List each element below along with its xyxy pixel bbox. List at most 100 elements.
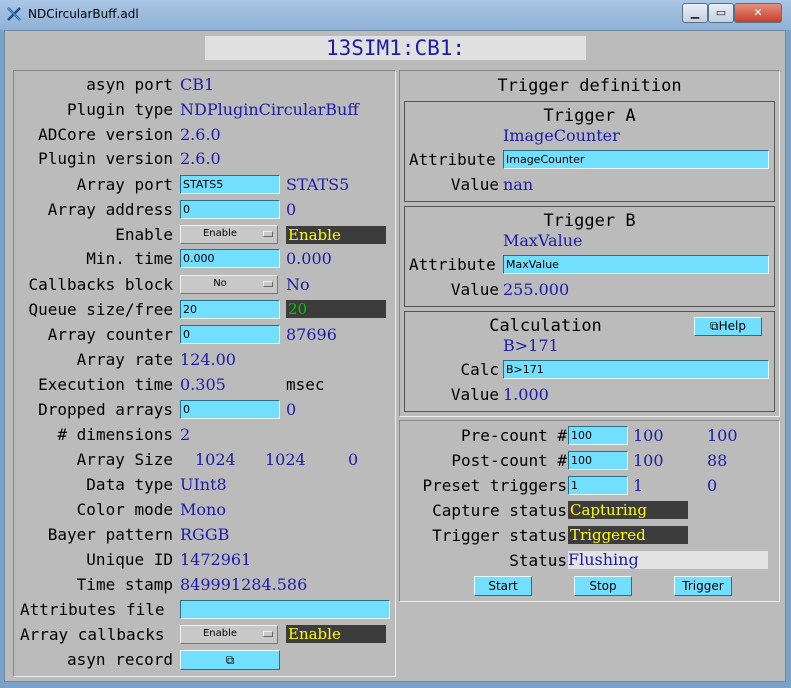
menu-arrow-icon <box>263 231 273 237</box>
pre-count-value: 100 <box>633 426 664 445</box>
calc-input[interactable]: B>171 <box>503 360 769 379</box>
pv-prefix: 13SIM1:CB1: <box>205 36 586 60</box>
trigger-a-title: Trigger A <box>543 106 636 126</box>
medm-display: 13SIM1:CB1: asyn port CB1 Plugin type ND… <box>4 30 786 682</box>
preset-triggers-current: 0 <box>707 476 718 495</box>
array-address-value: 0 <box>286 200 297 219</box>
min-time-value: 0.000 <box>286 249 332 268</box>
time-stamp-value: 849991284.586 <box>180 575 308 594</box>
data-type-label: Data type <box>86 475 173 494</box>
execution-time-value: 0.305 <box>180 375 226 394</box>
enable-menu-text: Enable <box>202 228 238 239</box>
dropped-arrays-input[interactable]: 0 <box>180 400 280 419</box>
trigger-status-label: Trigger status <box>432 526 567 545</box>
status-value: Flushing <box>568 551 768 569</box>
asyn-record-button[interactable]: ⧉ <box>180 650 280 670</box>
array-size-0: 1024 <box>195 450 236 469</box>
attributes-file-label: Attributes file <box>20 600 165 619</box>
array-port-value: STATS5 <box>286 175 350 194</box>
close-button[interactable]: ✕ <box>734 3 782 23</box>
execution-time-unit: msec <box>286 375 325 394</box>
trigger-a-attribute-label: Attribute <box>409 150 496 169</box>
trigger-b-name: MaxValue <box>503 231 583 250</box>
execution-time-label: Execution time <box>38 375 173 394</box>
dropped-arrays-value: 0 <box>286 400 297 419</box>
post-count-label: Post-count # <box>451 451 567 470</box>
post-count-current: 88 <box>707 451 728 470</box>
array-size-2: 0 <box>348 450 359 469</box>
array-counter-value: 87696 <box>286 325 337 344</box>
post-count-value: 100 <box>633 451 664 470</box>
array-callbacks-menu[interactable]: Enable <box>180 625 278 644</box>
adcore-version-value: 2.6.0 <box>180 125 221 144</box>
bayer-pattern-value: RGGB <box>180 525 230 544</box>
asyn-port-value: CB1 <box>180 75 215 94</box>
preset-triggers-label: Preset triggers <box>422 476 568 495</box>
calc-label: Calc <box>460 360 499 379</box>
calc-value-label: Value <box>450 385 499 404</box>
array-port-input[interactable]: STATS5 <box>180 175 280 194</box>
array-size-1: 1024 <box>265 450 306 469</box>
trigger-b-attribute-input[interactable]: MaxValue <box>503 255 769 274</box>
min-time-input[interactable]: 0.000 <box>180 249 280 268</box>
color-mode-label: Color mode <box>76 500 173 519</box>
dropped-arrays-label: Dropped arrays <box>38 400 173 419</box>
bayer-pattern-label: Bayer pattern <box>47 525 173 544</box>
pre-count-input[interactable]: 100 <box>568 426 628 445</box>
trigger-a-value: nan <box>503 175 534 194</box>
trigger-b-title: Trigger B <box>543 211 636 231</box>
array-rate-value: 124.00 <box>180 350 236 369</box>
array-callbacks-label: Array callbacks <box>20 625 165 644</box>
array-rate-label: Array rate <box>76 350 173 369</box>
calculation-title: Calculation <box>489 316 602 336</box>
trigger-a-value-label: Value <box>450 175 499 194</box>
pre-count-current: 100 <box>707 426 738 445</box>
window-title: NDCircularBuff.adl <box>28 7 139 21</box>
start-button[interactable]: Start <box>474 576 532 596</box>
attributes-file-input[interactable] <box>180 600 390 619</box>
trigger-button[interactable]: Trigger <box>674 576 732 596</box>
trigger-status-value: Triggered <box>568 526 688 544</box>
asyn-record-label: asyn record <box>67 650 173 669</box>
array-counter-input[interactable]: 0 <box>180 325 280 344</box>
callbacks-block-menu[interactable]: No <box>180 275 278 294</box>
array-address-label: Array address <box>47 200 173 219</box>
array-address-input[interactable]: 0 <box>180 200 280 219</box>
preset-triggers-value: 1 <box>633 476 644 495</box>
stop-button[interactable]: Stop <box>574 576 632 596</box>
enable-menu[interactable]: Enable <box>180 225 278 244</box>
trigger-a-name: ImageCounter <box>503 126 620 145</box>
help-button[interactable]: ⧉Help <box>694 317 762 336</box>
array-counter-label: Array counter <box>47 325 173 344</box>
dimensions-label: # dimensions <box>57 425 173 444</box>
callbacks-block-value: No <box>286 275 310 294</box>
time-stamp-label: Time stamp <box>76 575 173 594</box>
calc-expression: B>171 <box>503 336 559 355</box>
array-size-label: Array Size <box>76 450 173 469</box>
capture-status-value: Capturing <box>568 501 688 519</box>
trigger-b-attribute-label: Attribute <box>409 255 496 274</box>
trigger-definition-title: Trigger definition <box>497 76 682 96</box>
plugin-type-value: NDPluginCircularBuff <box>180 100 359 119</box>
array-callbacks-menu-text: Enable <box>202 628 238 639</box>
queue-free-value: 20 <box>286 300 386 318</box>
dimensions-value: 2 <box>180 425 191 444</box>
adcore-version-label: ADCore version <box>38 125 173 144</box>
queue-size-input[interactable]: 20 <box>180 300 280 319</box>
app-icon <box>7 7 21 21</box>
plugin-type-label: Plugin type <box>67 100 173 119</box>
plugin-version-value: 2.6.0 <box>180 149 221 168</box>
plugin-version-label: Plugin version <box>38 149 173 168</box>
minimize-button[interactable]: ▁ <box>682 3 708 23</box>
data-type-value: UInt8 <box>180 475 227 494</box>
menu-arrow-icon <box>263 281 273 287</box>
callbacks-block-menu-text: No <box>213 278 227 289</box>
post-count-input[interactable]: 100 <box>568 451 628 470</box>
trigger-a-attribute-input[interactable]: ImageCounter <box>503 150 769 169</box>
min-time-label: Min. time <box>86 249 173 268</box>
enable-label: Enable <box>115 225 173 244</box>
maximize-button[interactable]: ▭ <box>708 3 734 23</box>
pre-count-label: Pre-count # <box>461 426 567 445</box>
color-mode-value: Mono <box>180 500 226 519</box>
preset-triggers-input[interactable]: 1 <box>568 476 628 495</box>
